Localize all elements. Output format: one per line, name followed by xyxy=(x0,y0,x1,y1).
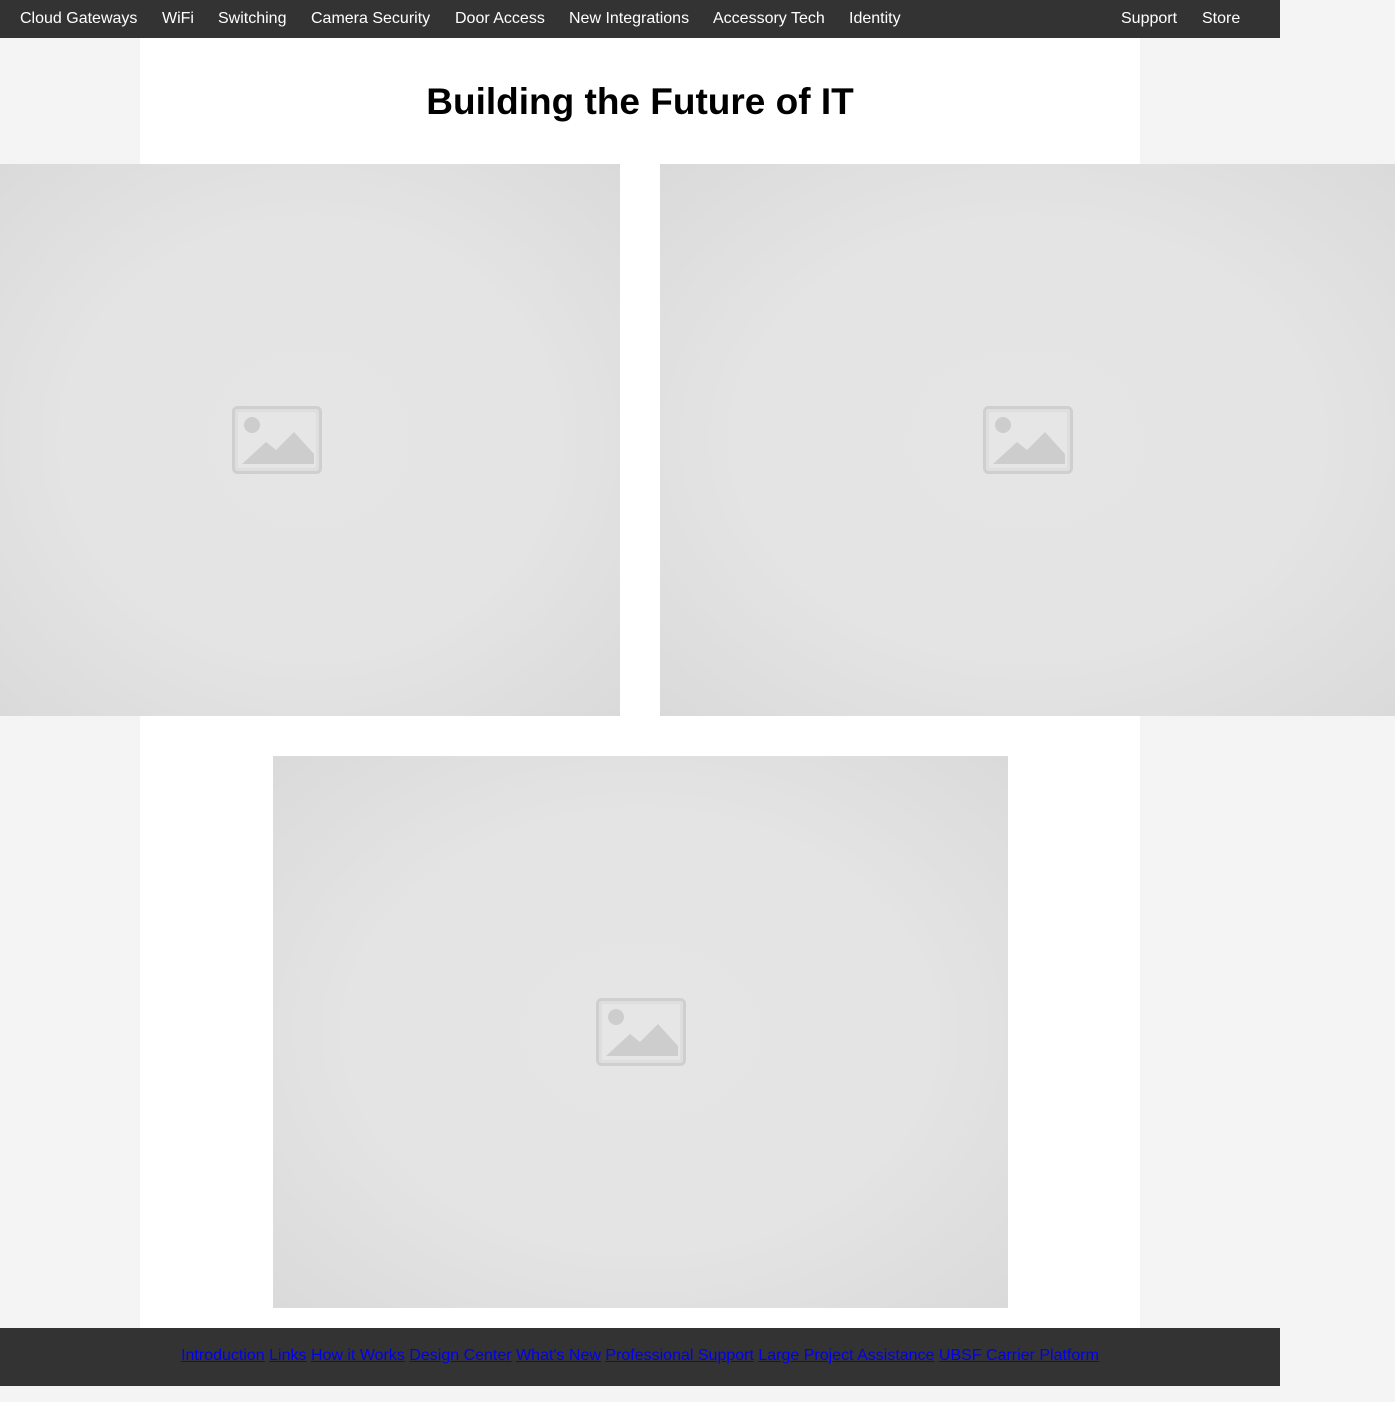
nav-item-accessory-tech[interactable]: Accessory Tech xyxy=(713,0,825,37)
image-placeholder xyxy=(0,164,620,716)
nav-item-identity[interactable]: Identity xyxy=(849,0,901,37)
nav-item-new-integrations[interactable]: New Integrations xyxy=(569,0,689,37)
page-title: Building the Future of IT xyxy=(426,81,854,122)
nav-item-camera-security[interactable]: Camera Security xyxy=(311,0,430,37)
image-placeholder-icon xyxy=(982,406,1073,474)
nav-item-wifi[interactable]: WiFi xyxy=(162,0,194,37)
footer-link-design-center[interactable]: Design Center xyxy=(409,1347,511,1364)
image-placeholder-icon xyxy=(595,998,686,1066)
nav-item-store[interactable]: Store xyxy=(1202,0,1240,37)
footer-links: Introduction Links How it Works Design C… xyxy=(0,1346,1280,1366)
nav-item-support[interactable]: Support xyxy=(1121,0,1177,37)
top-navigation: Cloud Gateways WiFi Switching Camera Sec… xyxy=(0,0,1280,38)
footer: Introduction Links How it Works Design C… xyxy=(0,1328,1280,1386)
footer-link-how-it-works[interactable]: How it Works xyxy=(311,1347,405,1364)
nav-item-door-access[interactable]: Door Access xyxy=(455,0,545,37)
nav-item-switching[interactable]: Switching xyxy=(218,0,286,37)
image-placeholder xyxy=(660,164,1395,716)
footer-link-large-project-assistance[interactable]: Large Project Assistance xyxy=(758,1347,934,1364)
footer-link-introduction[interactable]: Introduction xyxy=(181,1347,265,1364)
nav-item-cloud-gateways[interactable]: Cloud Gateways xyxy=(20,0,137,37)
image-placeholder xyxy=(273,756,1008,1308)
footer-link-whats-new[interactable]: What's New xyxy=(516,1347,601,1364)
footer-link-ubsf-carrier-platform[interactable]: UBSF Carrier Platform xyxy=(939,1347,1099,1364)
footer-link-professional-support[interactable]: Professional Support xyxy=(605,1347,754,1364)
image-placeholder-icon xyxy=(232,406,322,474)
footer-link-links[interactable]: Links xyxy=(269,1347,306,1364)
